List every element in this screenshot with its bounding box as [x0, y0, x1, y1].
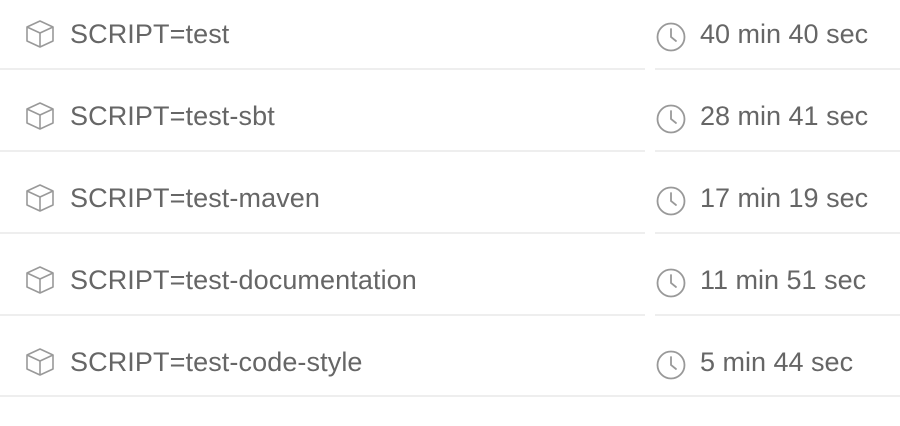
job-row[interactable]: SCRIPT=test-sbt 28 min 41 sec [0, 82, 900, 158]
job-duration: 40 min 40 sec [700, 19, 869, 49]
job-duration: 17 min 19 sec [700, 183, 869, 213]
clock-icon [656, 104, 686, 134]
job-duration: 11 min 51 sec [700, 265, 867, 295]
row-divider [0, 68, 645, 70]
row-divider [655, 150, 900, 152]
cube-icon [26, 20, 54, 48]
job-list: SCRIPT=test 40 min 40 sec SCRIPT=test-sb… [0, 0, 900, 426]
row-divider [655, 232, 900, 234]
clock-icon [656, 268, 686, 298]
cube-icon [26, 184, 54, 212]
clock-icon [656, 186, 686, 216]
job-row[interactable]: SCRIPT=test-documentation 11 min 51 sec [0, 246, 900, 322]
row-divider [0, 150, 645, 152]
cube-icon [26, 266, 54, 294]
clock-icon [656, 22, 686, 52]
job-row[interactable]: SCRIPT=test 40 min 40 sec [0, 0, 900, 76]
row-divider [655, 68, 900, 70]
job-name: SCRIPT=test [70, 19, 230, 49]
job-name: SCRIPT=test-sbt [70, 101, 275, 131]
clock-icon [656, 350, 686, 380]
job-duration: 28 min 41 sec [700, 101, 869, 131]
job-name: SCRIPT=test-maven [70, 183, 321, 213]
list-bottom-border [0, 395, 900, 397]
row-divider [0, 314, 645, 316]
job-row[interactable]: SCRIPT=test-maven 17 min 19 sec [0, 164, 900, 240]
job-name: SCRIPT=test-code-style [70, 347, 363, 377]
job-duration: 5 min 44 sec [700, 347, 854, 377]
cube-icon [26, 102, 54, 130]
row-divider [655, 314, 900, 316]
row-divider [0, 232, 645, 234]
cube-icon [26, 348, 54, 376]
job-row[interactable]: SCRIPT=test-code-style 5 min 44 sec [0, 328, 900, 404]
job-name: SCRIPT=test-documentation [70, 265, 417, 295]
